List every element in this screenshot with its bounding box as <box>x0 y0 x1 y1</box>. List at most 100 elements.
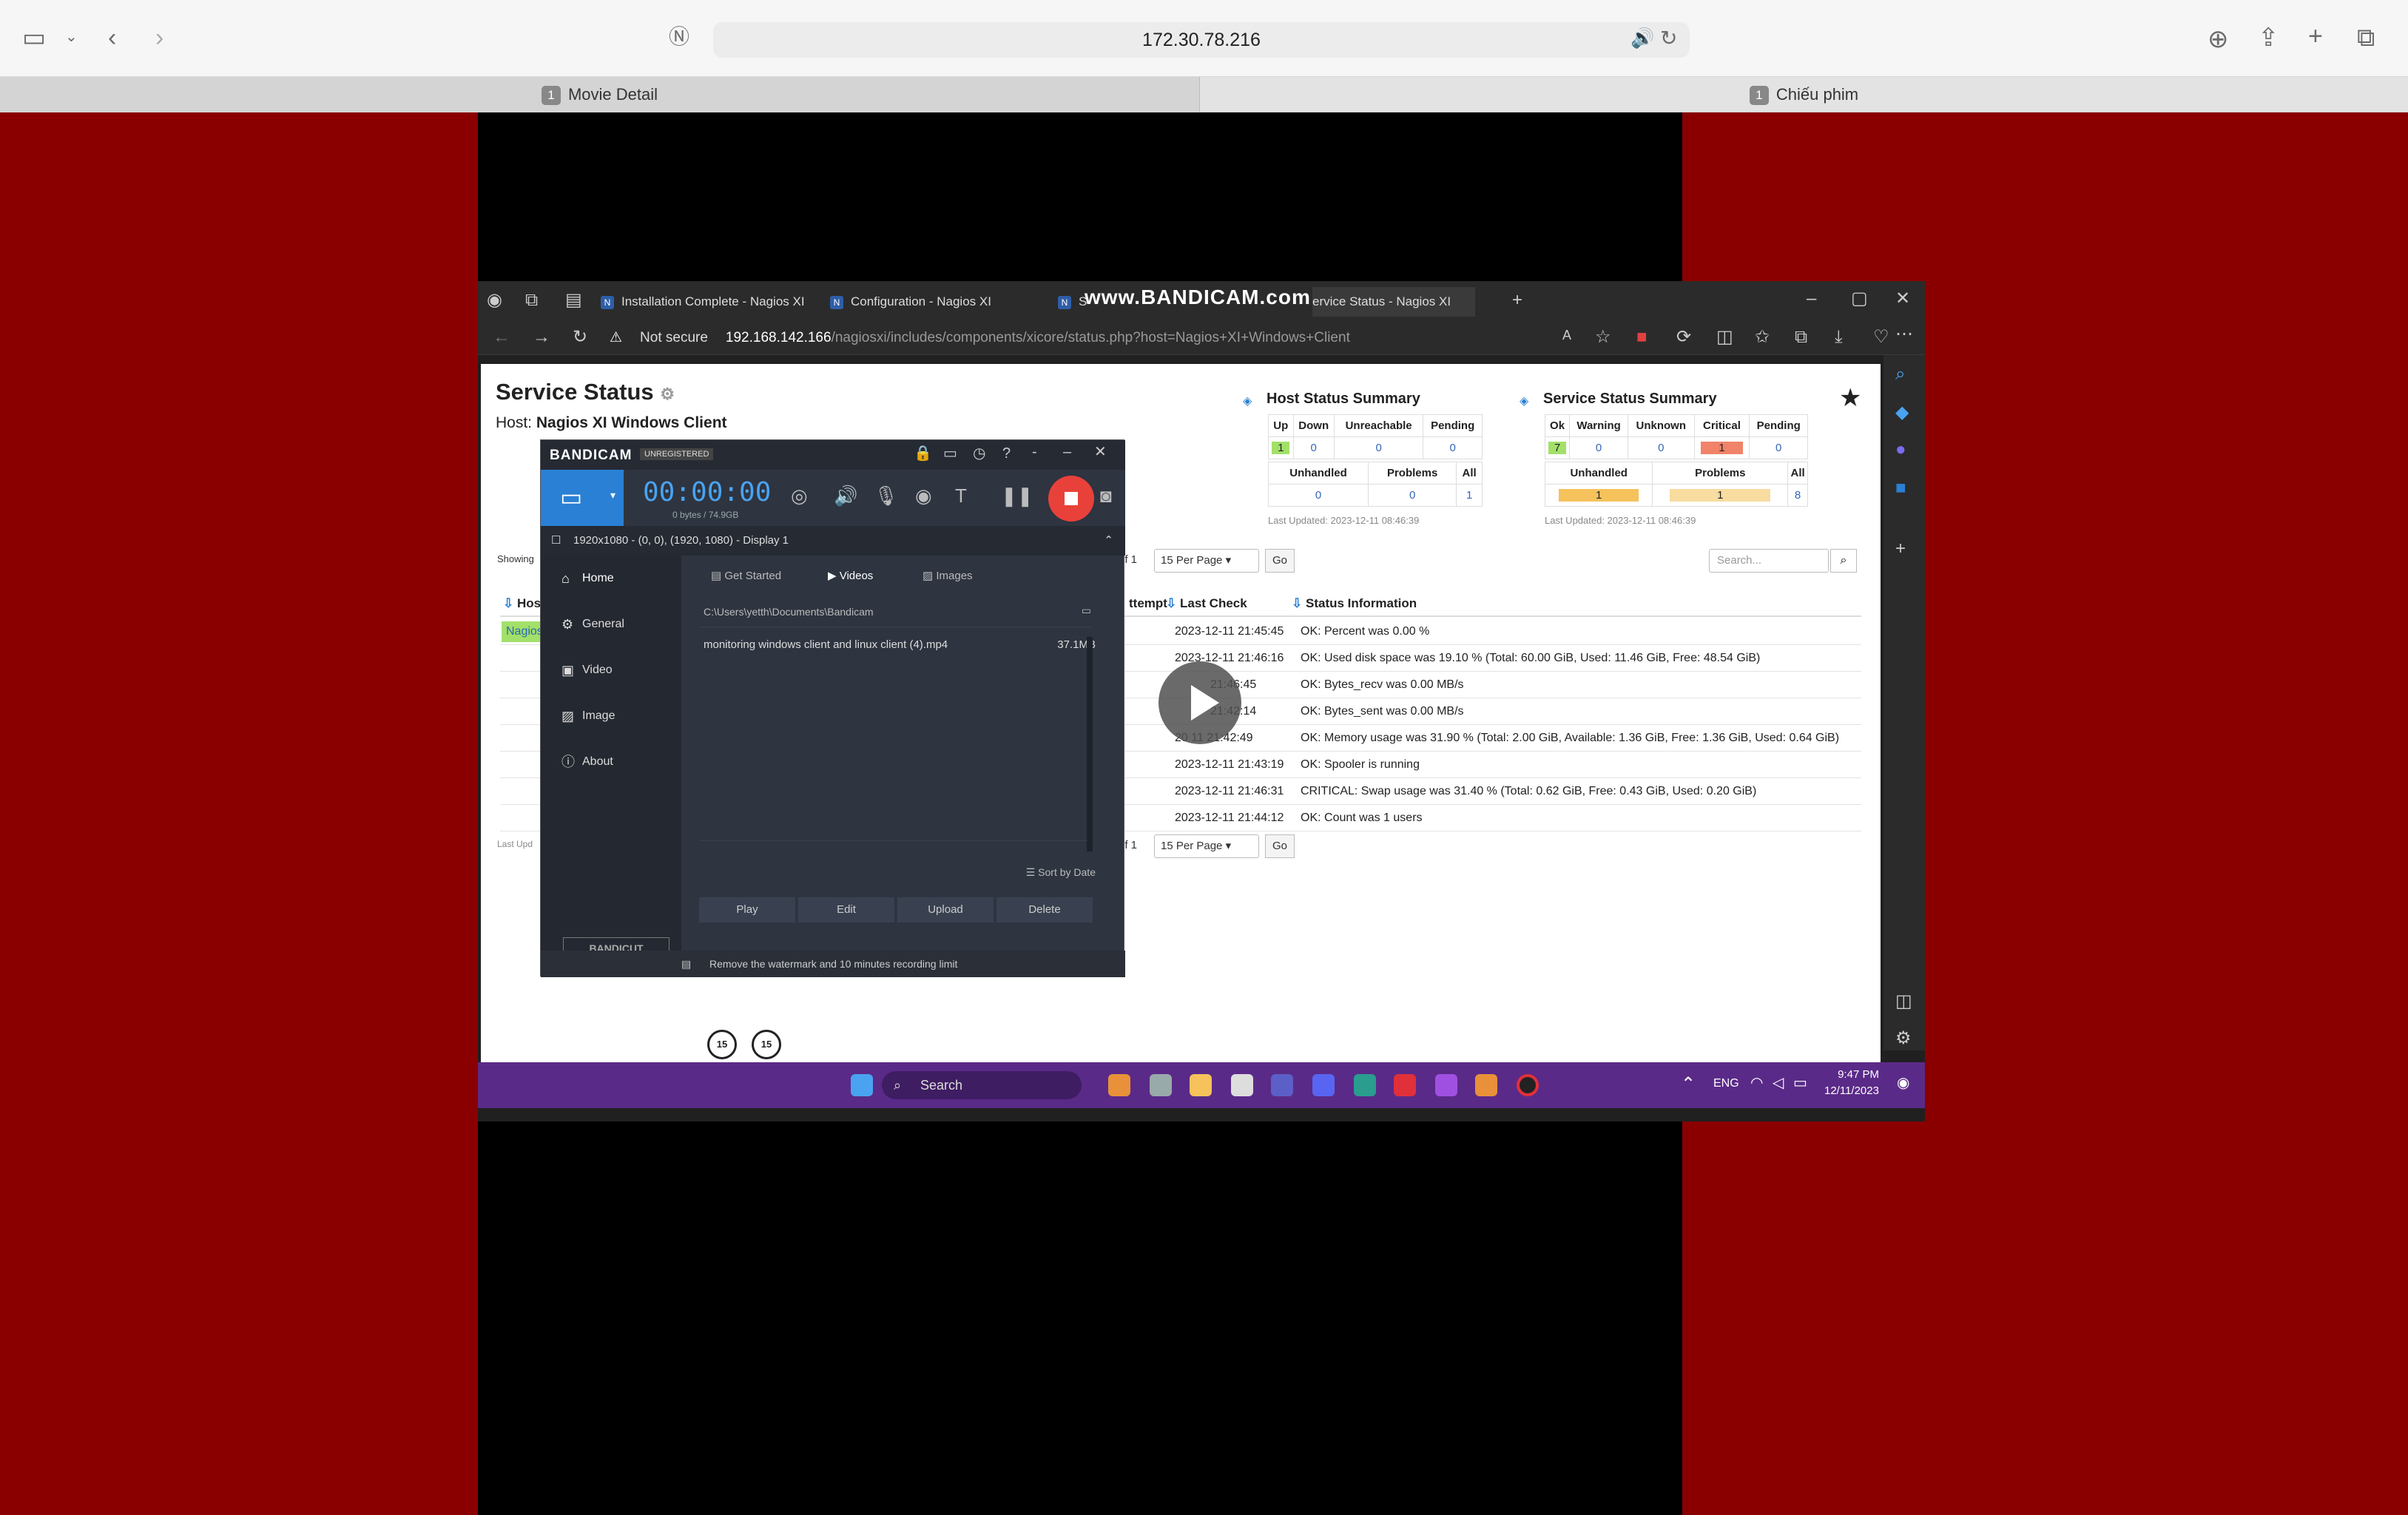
edit-button[interactable]: Edit <box>798 897 894 922</box>
back-icon[interactable]: ‹ <box>108 25 116 50</box>
forward-icon[interactable]: › <box>155 25 163 50</box>
app-icon[interactable] <box>1108 1074 1130 1096</box>
workspaces-icon[interactable]: ⧉ <box>525 291 538 309</box>
per-page-select[interactable]: 15 Per Page ▾ <box>1154 834 1259 858</box>
nav-home[interactable]: ⌂ Home <box>541 556 681 601</box>
upload-button[interactable]: Upload <box>897 897 994 922</box>
forward-icon[interactable]: → <box>533 328 550 346</box>
rewind-15-icon[interactable]: 15 <box>707 1030 737 1059</box>
delete-button[interactable]: Delete <box>996 897 1093 922</box>
close-icon[interactable]: ✕ <box>1094 445 1107 459</box>
col-status-information[interactable]: ⇩ Status Information <box>1292 590 1417 617</box>
scrollbar[interactable] <box>1087 637 1093 851</box>
bandicam-taskbar-icon[interactable] <box>1517 1074 1539 1096</box>
summary-cell[interactable]: 0 <box>1367 484 1457 507</box>
refresh-icon[interactable]: ↻ <box>573 328 587 346</box>
app-icon[interactable] <box>1475 1074 1497 1096</box>
volume-icon[interactable]: ◁ <box>1773 1076 1784 1090</box>
sidebar-toggle-icon[interactable]: ▭ <box>22 25 46 50</box>
notification-icon[interactable]: ◉ <box>1897 1076 1909 1090</box>
close-icon[interactable]: ✕ <box>1895 290 1910 308</box>
open-folder-icon[interactable]: ▭ <box>1082 604 1091 617</box>
summary-cell[interactable]: 0 <box>1268 484 1369 507</box>
col-host[interactable]: ⇩ Host <box>503 590 545 617</box>
per-page-select[interactable]: 15 Per Page ▾ <box>1154 549 1259 573</box>
discord-icon[interactable] <box>1312 1074 1335 1096</box>
col-last-check[interactable]: ⇩ Last Check <box>1166 590 1247 617</box>
chevron-down-icon[interactable]: ⌄ <box>65 30 78 44</box>
messenger-icon[interactable] <box>1435 1074 1457 1096</box>
pause-icon[interactable]: ❚❚ <box>1001 486 1033 505</box>
sort-button[interactable]: ☰ Sort by Date <box>1026 866 1096 879</box>
downloads-icon[interactable]: ⤓ <box>1835 328 1843 346</box>
summary-cell-unhandled[interactable]: 1 <box>1544 484 1653 507</box>
summary-cell-problems[interactable]: 1 <box>1652 484 1789 507</box>
list-item[interactable]: monitoring windows client and linux clie… <box>704 638 1096 651</box>
store-icon[interactable] <box>1231 1074 1253 1096</box>
speaker-icon[interactable]: 🔊 <box>834 486 857 505</box>
taskbar-search[interactable]: ⌕ Search <box>882 1071 1082 1099</box>
share-icon[interactable]: ⇪ <box>2258 25 2279 50</box>
tab-chieu-phim[interactable]: 1 Chiếu phim <box>1200 77 2408 112</box>
summary-cell[interactable]: 8 <box>1787 484 1808 507</box>
language-indicator[interactable]: ENG <box>1713 1077 1739 1090</box>
play-button[interactable] <box>1159 661 1241 744</box>
battery-icon[interactable]: ▭ <box>1793 1076 1807 1090</box>
settings-icon[interactable]: ⚙ <box>1895 1030 1912 1047</box>
minimize-icon[interactable]: – <box>1807 290 1816 308</box>
screen-mode-button[interactable]: ▭ ▾ <box>541 470 624 526</box>
edge-tab-installation[interactable]: N Installation Complete - Nagios XI <box>601 287 815 317</box>
notion-icon[interactable]: Ⓝ <box>669 27 689 47</box>
file-explorer-icon[interactable] <box>1190 1074 1212 1096</box>
address-bar[interactable]: 172.30.78.216 🔊 ↻ <box>713 22 1690 58</box>
new-tab-icon[interactable]: + <box>1512 291 1522 309</box>
split-screen-icon[interactable]: ◫ <box>1716 328 1733 346</box>
summary-cell[interactable]: 0 <box>1749 436 1808 459</box>
sidebar-toggle-icon[interactable]: ◫ <box>1895 993 1912 1010</box>
health-icon[interactable]: ♡ <box>1873 328 1889 346</box>
collections-icon[interactable]: ⧉ <box>1795 328 1807 346</box>
search-input[interactable]: Search... <box>1709 549 1829 573</box>
lock-icon[interactable]: 🔒 <box>914 446 932 461</box>
gear-icon[interactable]: ⚙ <box>660 385 675 403</box>
forward-15-icon[interactable]: 15 <box>752 1030 781 1059</box>
compact-icon[interactable]: - <box>1032 445 1037 459</box>
tab-get-started[interactable]: ▤ Get Started <box>711 569 781 582</box>
webcam-icon[interactable]: ◎ <box>791 486 808 505</box>
host-name[interactable]: Nagios XI Windows Client <box>536 414 727 431</box>
edge-url-field[interactable]: ⚠ Not secure 192.168.142.166/nagiosxi/incl… <box>610 326 1497 350</box>
checkbox-icon[interactable]: ☐ <box>551 526 561 556</box>
summary-cell[interactable]: 0 <box>1628 436 1695 459</box>
star-icon[interactable]: ★ <box>1839 383 1861 413</box>
search-icon[interactable]: ⌕ <box>1830 549 1857 573</box>
start-icon[interactable] <box>851 1074 873 1096</box>
stop-record-button[interactable] <box>1048 476 1094 522</box>
favorite-icon[interactable]: ☆ <box>1595 328 1611 346</box>
chevron-up-icon[interactable]: ⌃ <box>1104 526 1113 556</box>
maximize-icon[interactable]: ▢ <box>1851 290 1868 308</box>
chevron-up-icon[interactable]: ⌃ <box>1681 1076 1696 1093</box>
edge-tab-configuration[interactable]: N Configuration - Nagios XI <box>830 287 1037 317</box>
opera-icon[interactable] <box>1394 1074 1416 1096</box>
col-attempt[interactable]: ttempt <box>1129 590 1167 617</box>
nav-about[interactable]: ⓘ About <box>541 739 681 785</box>
tab-images[interactable]: ▨ Images <box>923 569 973 582</box>
summary-cell[interactable]: 0 <box>1292 436 1335 459</box>
shopping-icon[interactable]: ◆ <box>1895 404 1909 422</box>
summary-cell[interactable]: 1 <box>1456 484 1483 507</box>
folder-icon[interactable]: ▭ <box>943 446 957 461</box>
bandicam-footer[interactable]: ▤ Remove the watermark and 10 minutes re… <box>541 951 1125 977</box>
edge-tab-service-status[interactable]: ervice Status - Nagios XI <box>1312 287 1475 317</box>
microphone-icon[interactable]: 🎙 <box>874 486 898 505</box>
search-icon[interactable]: ⌕ <box>1895 365 1905 383</box>
go-button[interactable]: Go <box>1265 549 1295 573</box>
reload-icon[interactable]: ↻ <box>1660 28 1677 49</box>
new-tab-icon[interactable]: + <box>2308 24 2323 49</box>
play-button[interactable]: Play <box>699 897 795 922</box>
favorites-icon[interactable]: ✩ <box>1755 328 1770 346</box>
help-icon[interactable]: ? <box>1002 446 1011 461</box>
download-icon[interactable]: ⊕ <box>2208 27 2229 52</box>
app-icon[interactable] <box>1150 1074 1172 1096</box>
games-icon[interactable]: ● <box>1895 441 1906 459</box>
summary-cell[interactable]: 0 <box>1423 436 1483 459</box>
